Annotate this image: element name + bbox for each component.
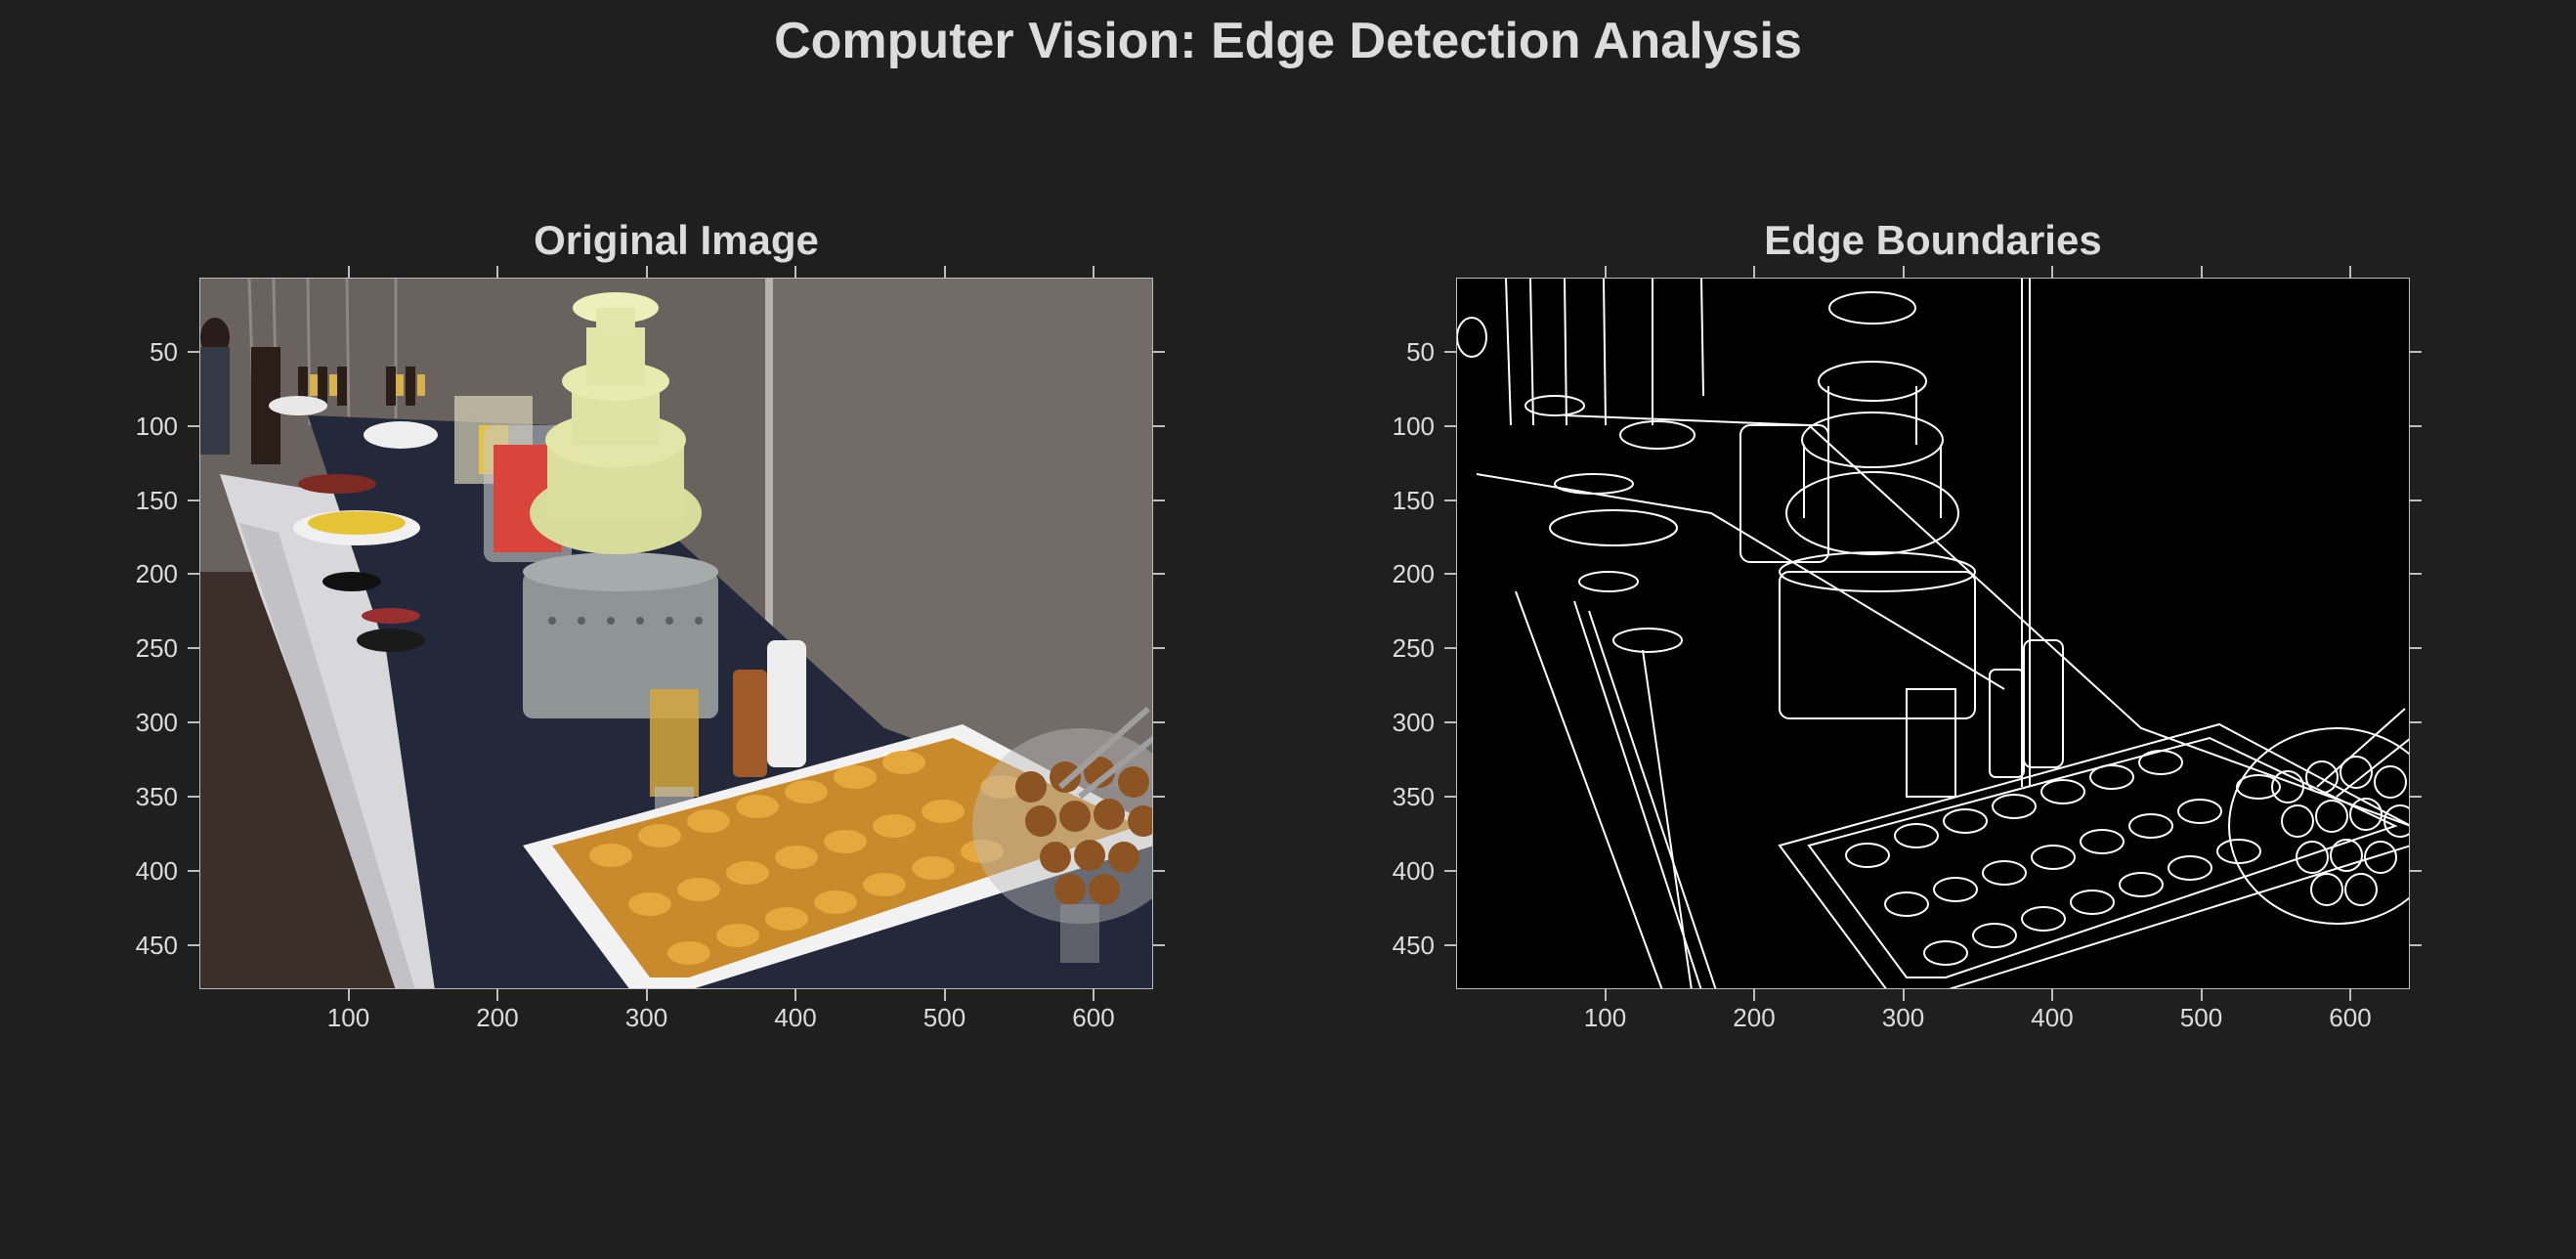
y-tick-mark	[1153, 721, 1165, 723]
x-tick-mark	[645, 266, 648, 278]
y-tick-mark	[2410, 424, 2422, 427]
x-tick-label: 400	[2031, 1003, 2074, 1032]
y-tick-mark	[1444, 350, 1456, 353]
original-image-axes	[199, 278, 1153, 989]
x-tick-label: 200	[476, 1003, 519, 1032]
y-tick-mark	[188, 721, 199, 723]
y-tick-mark	[2410, 721, 2422, 723]
y-tick-label: 400	[135, 855, 178, 886]
x-tick-mark	[496, 989, 498, 1001]
y-tick-mark	[1153, 424, 1165, 427]
x-tick-label: 600	[2329, 1003, 2372, 1032]
original-image	[200, 279, 1152, 988]
panel-title-original: Original Image	[534, 217, 819, 263]
edge-image	[1457, 279, 2409, 988]
y-tick-mark	[1153, 943, 1165, 946]
x-tick-mark	[943, 989, 946, 1001]
x-tick-mark	[1604, 989, 1607, 1001]
y-tick-mark	[1444, 573, 1456, 576]
y-tick-mark	[1153, 795, 1165, 798]
y-tick-mark	[1444, 499, 1456, 501]
y-tick-label: 300	[135, 708, 178, 737]
y-tick-mark	[2410, 573, 2422, 576]
x-tick-mark	[496, 266, 498, 278]
y-tick-label: 100	[1392, 411, 1435, 441]
y-tick-mark	[2410, 943, 2422, 946]
x-tick-mark	[943, 266, 946, 278]
x-tick-mark	[347, 989, 350, 1001]
y-tick-mark	[2410, 350, 2422, 353]
y-tick-mark	[188, 943, 199, 946]
y-tick-label: 300	[1392, 708, 1435, 737]
x-tick-label: 100	[326, 1003, 370, 1032]
y-tick-label: 250	[1392, 633, 1435, 664]
y-tick-label: 400	[1392, 855, 1435, 886]
y-tick-mark	[1153, 647, 1165, 650]
y-tick-mark	[2410, 869, 2422, 872]
y-tick-mark	[2410, 499, 2422, 501]
y-tick-label: 150	[1392, 485, 1435, 515]
y-tick-mark	[1153, 499, 1165, 501]
y-tick-label: 250	[135, 633, 178, 664]
y-tick-mark	[188, 795, 199, 798]
x-tick-mark	[347, 266, 350, 278]
y-tick-mark	[2410, 795, 2422, 798]
y-tick-mark	[1444, 424, 1456, 427]
y-tick-label: 150	[135, 485, 178, 515]
y-tick-mark	[1153, 573, 1165, 576]
x-tick-mark	[1753, 989, 1755, 1001]
x-tick-mark	[1753, 266, 1755, 278]
x-tick-mark	[1093, 989, 1095, 1001]
x-tick-label: 500	[2179, 1003, 2223, 1032]
x-tick-mark	[2051, 989, 2053, 1001]
x-tick-mark	[1902, 266, 1905, 278]
x-tick-mark	[2200, 266, 2203, 278]
y-tick-mark	[188, 869, 199, 872]
x-tick-label: 600	[1072, 1003, 1115, 1032]
y-tick-label: 50	[1406, 336, 1435, 367]
y-tick-label: 350	[135, 781, 178, 811]
y-tick-mark	[188, 350, 199, 353]
y-tick-mark	[188, 424, 199, 427]
x-tick-mark	[794, 266, 796, 278]
x-tick-label: 300	[1881, 1003, 1925, 1032]
y-tick-label: 450	[1392, 930, 1435, 960]
y-tick-mark	[1444, 721, 1456, 723]
y-tick-mark	[188, 573, 199, 576]
x-tick-label: 100	[1583, 1003, 1627, 1032]
x-tick-label: 200	[1733, 1003, 1776, 1032]
y-tick-mark	[1444, 943, 1456, 946]
y-tick-mark	[188, 499, 199, 501]
x-tick-label: 400	[774, 1003, 817, 1032]
panel-title-edges: Edge Boundaries	[1764, 217, 2102, 263]
y-tick-label: 100	[135, 411, 178, 441]
y-tick-label: 50	[150, 336, 178, 367]
x-tick-mark	[2200, 989, 2203, 1001]
figure-title: Computer Vision: Edge Detection Analysis	[774, 13, 1802, 69]
x-tick-mark	[645, 989, 648, 1001]
y-tick-mark	[1153, 869, 1165, 872]
x-tick-mark	[1093, 266, 1095, 278]
y-tick-label: 350	[1392, 781, 1435, 811]
x-tick-mark	[1902, 989, 1905, 1001]
y-tick-label: 450	[135, 930, 178, 960]
edge-image-axes	[1456, 278, 2410, 989]
y-tick-mark	[188, 647, 199, 650]
x-tick-mark	[2051, 266, 2053, 278]
y-tick-mark	[1444, 795, 1456, 798]
x-tick-mark	[2349, 989, 2351, 1001]
y-tick-label: 200	[135, 559, 178, 589]
y-tick-mark	[1153, 350, 1165, 353]
y-tick-mark	[2410, 647, 2422, 650]
y-tick-mark	[1444, 647, 1456, 650]
y-tick-mark	[1444, 869, 1456, 872]
x-tick-mark	[1604, 266, 1607, 278]
x-tick-label: 500	[923, 1003, 966, 1032]
y-tick-label: 200	[1392, 559, 1435, 589]
x-tick-mark	[2349, 266, 2351, 278]
x-tick-mark	[794, 989, 796, 1001]
x-tick-label: 300	[624, 1003, 668, 1032]
